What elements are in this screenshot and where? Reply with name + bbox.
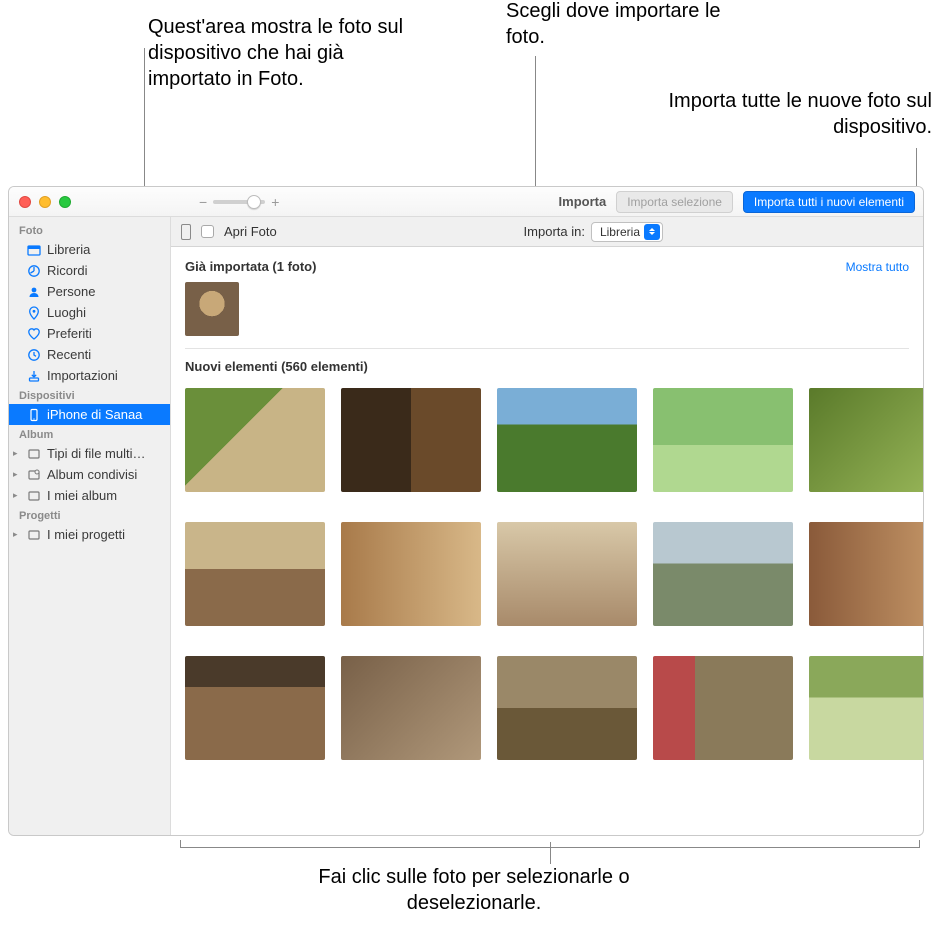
sidebar-item-people[interactable]: Persone <box>9 281 170 302</box>
photo-thumbnail[interactable] <box>653 522 793 626</box>
heart-icon <box>27 327 41 341</box>
projects-icon <box>27 528 41 542</box>
import-destination-value: Libreria <box>600 225 640 239</box>
section-divider <box>185 348 909 349</box>
memories-icon <box>27 264 41 278</box>
titlebar: − + Importa Importa selezione Importa tu… <box>9 187 923 217</box>
content-area[interactable]: Già importata (1 foto) Mostra tutto Nuov… <box>171 247 923 835</box>
import-selection-button[interactable]: Importa selezione <box>616 191 733 213</box>
photo-thumbnail[interactable] <box>653 656 793 760</box>
sidebar-label: I miei progetti <box>47 527 125 542</box>
sidebar-item-memories[interactable]: Ricordi <box>9 260 170 281</box>
sidebar-item-library[interactable]: Libreria <box>9 239 170 260</box>
new-items-grid <box>185 388 909 760</box>
device-icon <box>181 224 191 240</box>
photo-thumbnail[interactable] <box>809 656 923 760</box>
photo-thumbnail[interactable] <box>809 522 923 626</box>
leader-line <box>916 148 917 186</box>
sidebar-item-favorites[interactable]: Preferiti <box>9 323 170 344</box>
sidebar-item-imports[interactable]: Importazioni <box>9 365 170 386</box>
iphone-icon <box>27 408 41 422</box>
import-options-bar: Apri Foto Importa in: Libreria <box>171 217 923 247</box>
sidebar-group-projects: Progetti <box>9 506 170 524</box>
photo-thumbnail[interactable] <box>185 388 325 492</box>
sidebar-item-my-projects[interactable]: ▸ I miei progetti <box>9 524 170 545</box>
sidebar-label: iPhone di Sanaa <box>47 407 142 422</box>
popup-arrows-icon <box>644 224 660 240</box>
callout-import-all: Importa tutte le nuove foto sul disposit… <box>642 88 931 140</box>
sidebar-label: Tipi di file multi… <box>47 446 145 461</box>
chevron-right-icon: ▸ <box>13 469 18 480</box>
photos-window: − + Importa Importa selezione Importa tu… <box>8 186 924 836</box>
photo-thumbnail[interactable] <box>185 656 325 760</box>
sidebar: Foto Libreria Ricordi Persone Luoghi Pre… <box>9 217 171 835</box>
photo-thumbnail[interactable] <box>341 656 481 760</box>
sidebar-item-shared-albums[interactable]: ▸ Album condivisi <box>9 464 170 485</box>
import-icon <box>27 369 41 383</box>
sidebar-item-places[interactable]: Luoghi <box>9 302 170 323</box>
show-all-link[interactable]: Mostra tutto <box>846 260 909 274</box>
slider-track[interactable] <box>213 200 265 204</box>
album-icon <box>27 489 41 503</box>
sidebar-label: I miei album <box>47 488 117 503</box>
places-icon <box>27 306 41 320</box>
sidebar-label: Libreria <box>47 242 90 257</box>
photo-thumbnail[interactable] <box>497 522 637 626</box>
main-content: Apri Foto Importa in: Libreria Già impor… <box>171 217 923 835</box>
photo-thumbnail[interactable] <box>185 522 325 626</box>
people-icon <box>27 285 41 299</box>
sidebar-label: Luoghi <box>47 305 86 320</box>
callout-choose-dest: Scegli dove importare le foto. <box>506 0 756 50</box>
import-destination-popup[interactable]: Libreria <box>591 222 663 242</box>
toolbar-title: Importa <box>559 194 607 209</box>
sidebar-label: Album condivisi <box>47 467 137 482</box>
sidebar-group-albums: Album <box>9 425 170 443</box>
minimize-button[interactable] <box>39 196 51 208</box>
close-button[interactable] <box>19 196 31 208</box>
album-icon <box>27 447 41 461</box>
bracket <box>180 840 920 848</box>
open-photos-checkbox[interactable] <box>201 225 214 238</box>
sidebar-label: Recenti <box>47 347 91 362</box>
sidebar-label: Persone <box>47 284 95 299</box>
zoom-out-icon: − <box>199 194 207 210</box>
sidebar-group-devices: Dispositivi <box>9 386 170 404</box>
chevron-right-icon: ▸ <box>13 490 18 501</box>
photo-thumbnail[interactable] <box>341 388 481 492</box>
photo-thumbnail[interactable] <box>653 388 793 492</box>
window-controls <box>9 196 71 208</box>
sidebar-label: Ricordi <box>47 263 87 278</box>
import-in-label: Importa in: <box>524 224 585 239</box>
already-imported-thumbnail[interactable] <box>185 282 239 336</box>
new-items-heading: Nuovi elementi (560 elementi) <box>185 359 368 374</box>
sidebar-label: Importazioni <box>47 368 118 383</box>
thumbnail-zoom-slider[interactable]: − + <box>199 194 279 210</box>
zoom-button[interactable] <box>59 196 71 208</box>
sidebar-item-media-types[interactable]: ▸ Tipi di file multi… <box>9 443 170 464</box>
shared-album-icon <box>27 468 41 482</box>
callout-already-imported: Quest'area mostra le foto sul dispositiv… <box>148 14 408 92</box>
chevron-right-icon: ▸ <box>13 529 18 540</box>
photo-thumbnail[interactable] <box>341 522 481 626</box>
slider-knob[interactable] <box>247 195 261 209</box>
sidebar-item-my-albums[interactable]: ▸ I miei album <box>9 485 170 506</box>
sidebar-label: Preferiti <box>47 326 92 341</box>
photo-thumbnail[interactable] <box>809 388 923 492</box>
photo-thumbnail[interactable] <box>497 388 637 492</box>
sidebar-item-recents[interactable]: Recenti <box>9 344 170 365</box>
open-photos-label: Apri Foto <box>224 224 277 239</box>
clock-icon <box>27 348 41 362</box>
photo-thumbnail[interactable] <box>497 656 637 760</box>
sidebar-item-device[interactable]: iPhone di Sanaa <box>9 404 170 425</box>
sidebar-group-photos: Foto <box>9 221 170 239</box>
import-all-new-button[interactable]: Importa tutti i nuovi elementi <box>743 191 915 213</box>
chevron-right-icon: ▸ <box>13 448 18 459</box>
library-icon <box>27 243 41 257</box>
already-imported-heading: Già importata (1 foto) <box>185 259 316 274</box>
callout-click-select: Fai clic sulle foto per selezionarle o d… <box>264 864 684 916</box>
zoom-in-icon: + <box>271 194 279 210</box>
